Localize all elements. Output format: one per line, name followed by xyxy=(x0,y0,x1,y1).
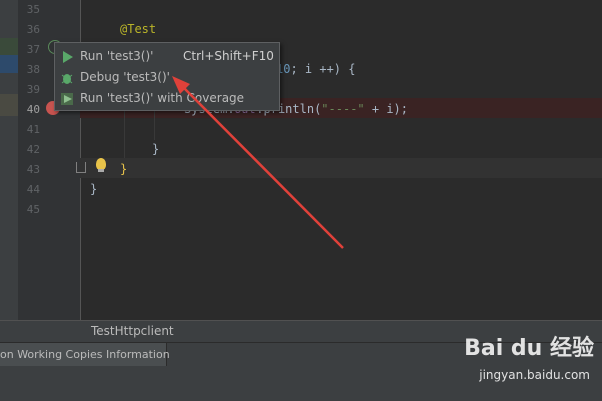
watermark-brand: Bai du 经验 xyxy=(464,336,594,361)
baidu-watermark: Bai du 经验 jingyan.baidu.com xyxy=(444,330,594,390)
file-tab-label: TestHttpclient xyxy=(91,324,174,338)
tool-window-tab[interactable]: on Working Copies Information xyxy=(0,343,170,367)
watermark-url: jingyan.baidu.com xyxy=(479,368,590,382)
tool-window-tab-label: on Working Copies Information xyxy=(0,348,170,361)
left-bottom-strip xyxy=(0,320,80,343)
